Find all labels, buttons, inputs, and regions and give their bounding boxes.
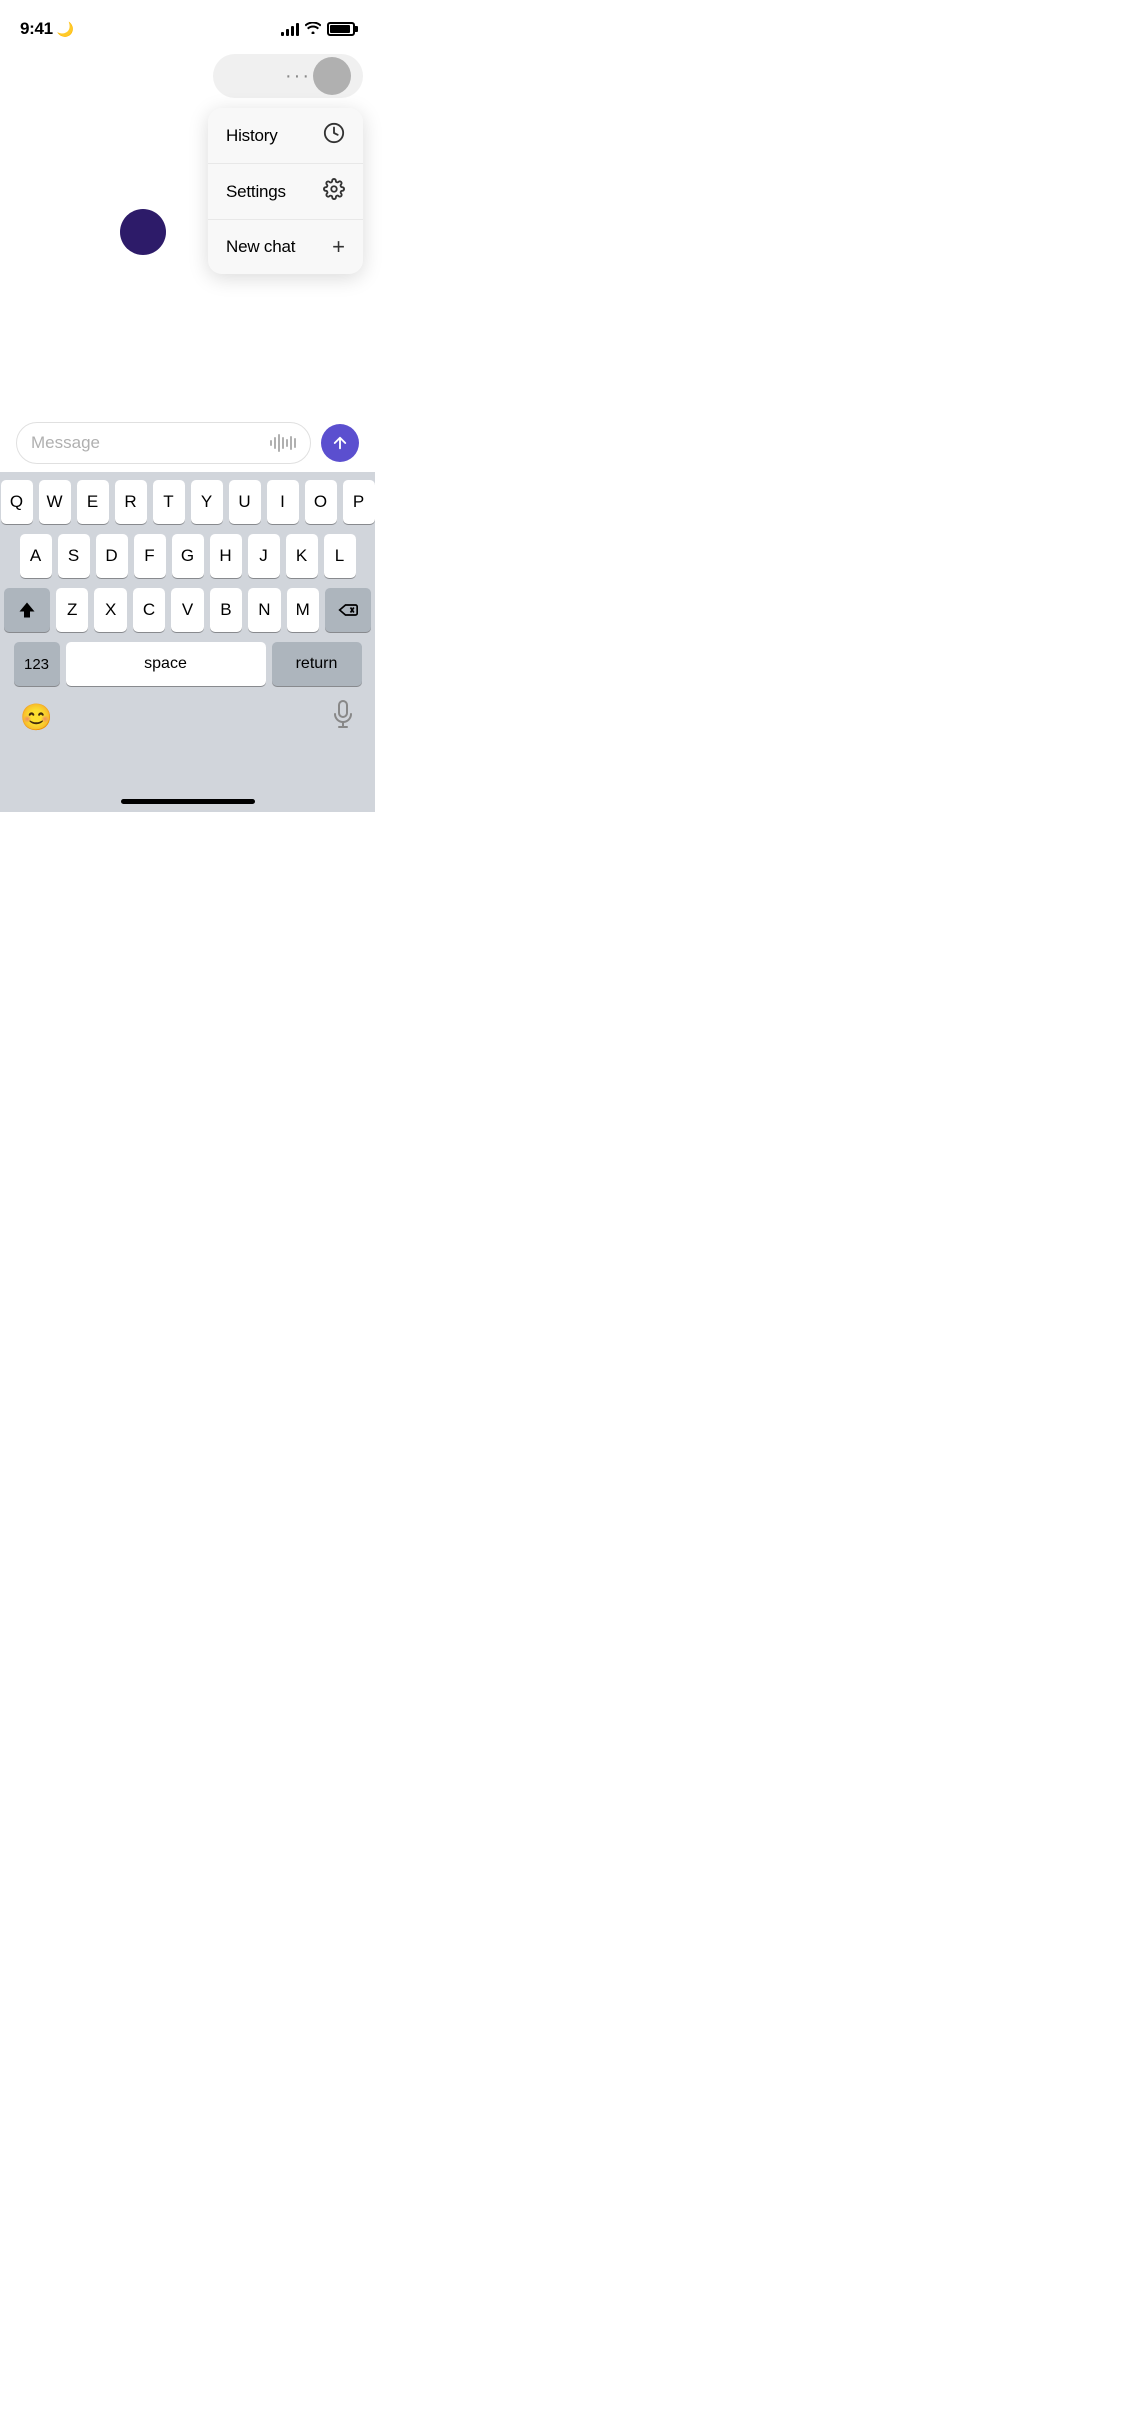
key-s[interactable]: S <box>58 534 90 578</box>
wifi-icon <box>305 21 321 37</box>
key-n[interactable]: N <box>248 588 280 632</box>
key-d[interactable]: D <box>96 534 128 578</box>
status-time: 9:41 <box>20 19 53 39</box>
menu-item-history[interactable]: History <box>208 108 363 164</box>
main-content: ··· History Settings <box>0 44 375 472</box>
key-i[interactable]: I <box>267 480 299 524</box>
settings-label: Settings <box>226 182 286 202</box>
key-h[interactable]: H <box>210 534 242 578</box>
more-dots-icon: ··· <box>285 65 311 88</box>
dropdown-menu: History Settings <box>208 108 363 274</box>
plus-icon: + <box>332 234 345 260</box>
signal-bars-icon <box>281 22 299 36</box>
numbers-button[interactable]: 123 <box>14 642 60 686</box>
send-button[interactable] <box>321 424 359 462</box>
home-indicator <box>121 799 255 804</box>
message-placeholder: Message <box>31 433 100 453</box>
key-r[interactable]: R <box>115 480 147 524</box>
key-u[interactable]: U <box>229 480 261 524</box>
settings-gear-icon <box>323 178 345 205</box>
status-bar: 9:41 🌙 <box>0 0 375 44</box>
key-m[interactable]: M <box>287 588 319 632</box>
key-v[interactable]: V <box>171 588 203 632</box>
moon-icon: 🌙 <box>57 21 74 38</box>
keyboard-row-4: 123 space return <box>4 642 371 686</box>
space-button[interactable]: space <box>66 642 266 686</box>
key-t[interactable]: T <box>153 480 185 524</box>
battery-icon <box>327 22 355 36</box>
return-button[interactable]: return <box>272 642 362 686</box>
key-q[interactable]: Q <box>1 480 33 524</box>
new-chat-label: New chat <box>226 237 295 257</box>
key-j[interactable]: J <box>248 534 280 578</box>
avatar <box>313 57 351 95</box>
keyboard-row-1: Q W E R T Y U I O P <box>4 480 371 524</box>
delete-button[interactable] <box>325 588 371 632</box>
keyboard-row-3: Z X C V B N M <box>4 588 371 632</box>
dropdown-container: ··· History Settings <box>208 54 363 274</box>
key-g[interactable]: G <box>172 534 204 578</box>
key-a[interactable]: A <box>20 534 52 578</box>
voice-waveform-icon <box>270 433 296 453</box>
microphone-button[interactable] <box>331 700 355 735</box>
purple-dot <box>120 209 166 255</box>
key-k[interactable]: K <box>286 534 318 578</box>
key-o[interactable]: O <box>305 480 337 524</box>
key-c[interactable]: C <box>133 588 165 632</box>
key-z[interactable]: Z <box>56 588 88 632</box>
input-area: Message <box>0 414 375 472</box>
shift-button[interactable] <box>4 588 50 632</box>
menu-item-settings[interactable]: Settings <box>208 164 363 220</box>
history-icon <box>323 122 345 149</box>
key-l[interactable]: L <box>324 534 356 578</box>
menu-item-new-chat[interactable]: New chat + <box>208 220 363 274</box>
keyboard-row-2: A S D F G H J K L <box>4 534 371 578</box>
keyboard: Q W E R T Y U I O P A S D F G H J K L <box>0 472 375 812</box>
status-icons <box>281 21 355 37</box>
history-label: History <box>226 126 278 146</box>
key-e[interactable]: E <box>77 480 109 524</box>
key-x[interactable]: X <box>94 588 126 632</box>
message-input-wrapper[interactable]: Message <box>16 422 311 464</box>
key-b[interactable]: B <box>210 588 242 632</box>
keyboard-bottom: 😊 <box>0 696 375 751</box>
avatar-trigger[interactable]: ··· <box>213 54 363 98</box>
key-y[interactable]: Y <box>191 480 223 524</box>
emoji-button[interactable]: 😊 <box>20 702 52 733</box>
key-w[interactable]: W <box>39 480 71 524</box>
key-f[interactable]: F <box>134 534 166 578</box>
key-p[interactable]: P <box>343 480 375 524</box>
